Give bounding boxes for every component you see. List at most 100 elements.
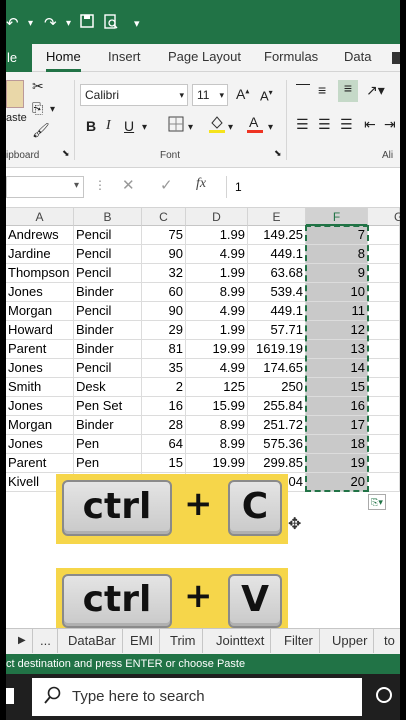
redo-icon[interactable]: ↷ xyxy=(44,14,57,32)
cut-icon[interactable]: ✂ xyxy=(32,78,44,95)
save-icon[interactable] xyxy=(80,14,94,32)
align-bottom-icon[interactable]: ≡ xyxy=(338,80,358,102)
format-painter-icon[interactable]: 🖌 xyxy=(32,122,50,139)
sheet-tab-databar[interactable]: DataBar xyxy=(62,629,123,653)
cell[interactable]: 1619.19 xyxy=(248,340,306,359)
tab-home[interactable]: Home xyxy=(46,44,81,72)
cell[interactable]: 8.99 xyxy=(186,416,248,435)
decrease-indent-icon[interactable]: ⇤ xyxy=(364,116,376,133)
cell[interactable]: Pen Set xyxy=(74,397,142,416)
cell[interactable]: Pencil xyxy=(74,245,142,264)
print-preview-icon[interactable] xyxy=(104,14,118,34)
cell[interactable]: 60 xyxy=(142,283,186,302)
cortana-icon[interactable] xyxy=(376,687,392,703)
cell[interactable]: Parent xyxy=(6,454,74,473)
cell[interactable]: 15 xyxy=(142,454,186,473)
cell[interactable] xyxy=(368,226,400,245)
undo-icon[interactable]: ↶ xyxy=(6,14,19,32)
clipboard-launcher-icon[interactable]: ⬊ xyxy=(62,148,70,159)
decrease-font-icon[interactable]: A▾ xyxy=(260,88,273,103)
cell[interactable]: 1.99 xyxy=(186,226,248,245)
undo-dropdown-icon[interactable]: ▾ xyxy=(28,18,33,29)
scroll-tabs-right-icon[interactable]: ▶ xyxy=(12,629,33,653)
cell[interactable]: 19 xyxy=(306,454,368,473)
cell[interactable]: 29 xyxy=(142,321,186,340)
sheet-tab-filter[interactable]: Filter xyxy=(278,629,320,653)
cell[interactable]: 255.84 xyxy=(248,397,306,416)
cell[interactable]: 125 xyxy=(186,378,248,397)
cell[interactable]: 20 xyxy=(306,473,368,492)
cell[interactable]: Jones xyxy=(6,359,74,378)
cell[interactable]: 449.1 xyxy=(248,245,306,264)
cell[interactable]: Pencil xyxy=(74,264,142,283)
cell[interactable]: 11 xyxy=(306,302,368,321)
cell[interactable]: Pencil xyxy=(74,302,142,321)
cell[interactable]: 299.85 xyxy=(248,454,306,473)
font-launcher-icon[interactable]: ⬊ xyxy=(274,148,282,159)
cell[interactable]: 8 xyxy=(306,245,368,264)
cell[interactable]: 251.72 xyxy=(248,416,306,435)
cell[interactable]: Jones xyxy=(6,283,74,302)
sheet-tab-jointtext[interactable]: Jointtext xyxy=(210,629,272,653)
orientation-icon[interactable]: ↗▾ xyxy=(366,82,385,99)
cell[interactable] xyxy=(368,473,400,492)
cell[interactable] xyxy=(368,283,400,302)
sheet-tab-partial[interactable]: to xyxy=(378,629,400,653)
cell[interactable]: Pencil xyxy=(74,359,142,378)
cell[interactable]: 1.99 xyxy=(186,264,248,283)
column-header-d[interactable]: D xyxy=(186,208,248,226)
cell[interactable]: Howard xyxy=(6,321,74,340)
copy-icon[interactable]: ⎘ xyxy=(32,100,43,117)
column-header-g[interactable]: G xyxy=(368,208,400,226)
cell[interactable]: 10 xyxy=(306,283,368,302)
sheet-tab-more[interactable]: ... xyxy=(34,629,58,653)
cell[interactable]: 14 xyxy=(306,359,368,378)
cell[interactable]: Jardine xyxy=(6,245,74,264)
increase-indent-icon[interactable]: ⇥ xyxy=(384,116,396,133)
tab-file[interactable]: le xyxy=(6,44,32,72)
cell[interactable]: 90 xyxy=(142,302,186,321)
cell[interactable] xyxy=(368,378,400,397)
name-box[interactable]: ▾ xyxy=(6,176,84,198)
borders-dropdown-icon[interactable]: ▾ xyxy=(188,122,193,133)
font-color-icon[interactable]: A xyxy=(246,114,264,137)
cell[interactable]: 32 xyxy=(142,264,186,283)
font-color-dropdown-icon[interactable]: ▾ xyxy=(268,122,273,133)
cell[interactable]: Pencil xyxy=(74,226,142,245)
cell[interactable]: 250 xyxy=(248,378,306,397)
cell[interactable]: 64 xyxy=(142,435,186,454)
cell[interactable]: 19.99 xyxy=(186,454,248,473)
cell[interactable]: Smith xyxy=(6,378,74,397)
cell[interactable]: Jones xyxy=(6,435,74,454)
bold-icon[interactable]: B xyxy=(86,118,96,134)
borders-icon[interactable] xyxy=(168,116,184,135)
cell[interactable]: Pen xyxy=(74,454,142,473)
cancel-entry-icon[interactable]: ✕ xyxy=(122,176,135,194)
confirm-entry-icon[interactable]: ✓ xyxy=(160,176,173,194)
column-header-c[interactable]: C xyxy=(142,208,186,226)
column-header-e[interactable]: E xyxy=(248,208,306,226)
cell[interactable]: 149.25 xyxy=(248,226,306,245)
cell[interactable]: 81 xyxy=(142,340,186,359)
increase-font-icon[interactable]: A▴ xyxy=(236,86,249,102)
sheet-tab-emi[interactable]: EMI xyxy=(124,629,161,653)
cell[interactable]: 57.71 xyxy=(248,321,306,340)
align-center-icon[interactable]: ☰ xyxy=(318,116,331,133)
cell[interactable]: 90 xyxy=(142,245,186,264)
cell[interactable]: 4.99 xyxy=(186,245,248,264)
underline-dropdown-icon[interactable]: ▾ xyxy=(142,122,147,133)
align-middle-icon[interactable]: ≡ xyxy=(318,82,326,98)
cell[interactable]: 8.99 xyxy=(186,435,248,454)
cell[interactable]: Morgan xyxy=(6,302,74,321)
paste-label[interactable]: aste xyxy=(6,112,27,124)
cell[interactable]: 575.36 xyxy=(248,435,306,454)
cell[interactable]: Jones xyxy=(6,397,74,416)
cell[interactable] xyxy=(368,321,400,340)
cell[interactable]: 19.99 xyxy=(186,340,248,359)
cell[interactable] xyxy=(368,340,400,359)
tab-page-layout[interactable]: Page Layout xyxy=(168,44,241,72)
cell[interactable]: 449.1 xyxy=(248,302,306,321)
start-icon[interactable] xyxy=(6,688,14,704)
cell[interactable] xyxy=(368,359,400,378)
formula-input[interactable]: 1 xyxy=(226,176,400,198)
